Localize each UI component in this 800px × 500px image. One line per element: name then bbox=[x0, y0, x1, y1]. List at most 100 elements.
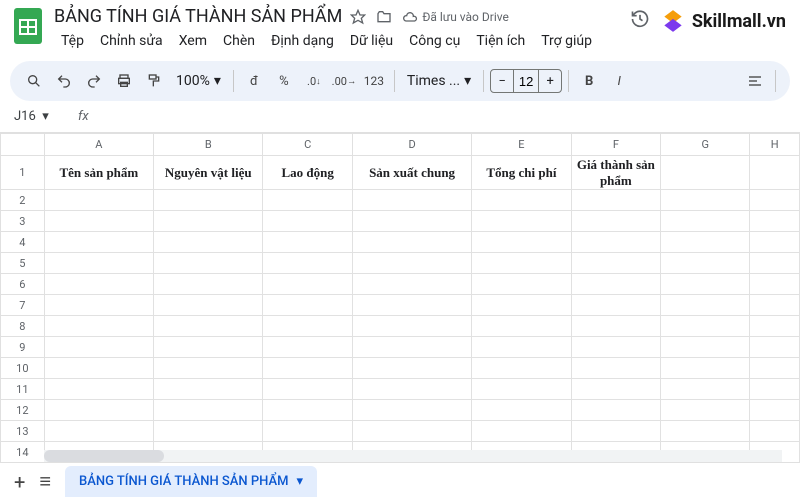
col-header-G[interactable]: G bbox=[661, 134, 750, 156]
cell-C2[interactable] bbox=[263, 190, 352, 211]
undo-icon[interactable] bbox=[50, 67, 78, 95]
cell-H9[interactable] bbox=[750, 337, 800, 358]
cell-E13[interactable] bbox=[472, 421, 571, 442]
doc-title[interactable]: BẢNG TÍNH GIÁ THÀNH SẢN PHẨM bbox=[54, 6, 342, 27]
cell-H12[interactable] bbox=[750, 400, 800, 421]
font-size-input[interactable] bbox=[513, 70, 539, 92]
cell-G5[interactable] bbox=[661, 253, 750, 274]
cell-E4[interactable] bbox=[472, 232, 571, 253]
cell-E3[interactable] bbox=[472, 211, 571, 232]
cell-G2[interactable] bbox=[661, 190, 750, 211]
cell-B7[interactable] bbox=[154, 295, 263, 316]
search-icon[interactable] bbox=[20, 67, 48, 95]
cell-G13[interactable] bbox=[661, 421, 750, 442]
cell-H7[interactable] bbox=[750, 295, 800, 316]
cell-A13[interactable] bbox=[44, 421, 153, 442]
cell-F10[interactable] bbox=[571, 358, 661, 379]
cell-F7[interactable] bbox=[571, 295, 661, 316]
cell-G10[interactable] bbox=[661, 358, 750, 379]
cell-E2[interactable] bbox=[472, 190, 571, 211]
cell-H5[interactable] bbox=[750, 253, 800, 274]
cell-H3[interactable] bbox=[750, 211, 800, 232]
increase-decimal-button[interactable]: .00→ bbox=[330, 67, 358, 95]
cell-E12[interactable] bbox=[472, 400, 571, 421]
cell-E10[interactable] bbox=[472, 358, 571, 379]
cell-H6[interactable] bbox=[750, 274, 800, 295]
spreadsheet-grid[interactable]: ABCDEFGH1Tên sản phẩmNguyên vật liệuLao … bbox=[0, 133, 800, 463]
cell-B10[interactable] bbox=[154, 358, 263, 379]
sheets-logo[interactable] bbox=[12, 6, 44, 46]
cell-F6[interactable] bbox=[571, 274, 661, 295]
cell-C12[interactable] bbox=[263, 400, 352, 421]
cell-D8[interactable] bbox=[352, 316, 471, 337]
menu-công cụ[interactable]: Công cụ bbox=[402, 29, 467, 53]
col-header-D[interactable]: D bbox=[352, 134, 471, 156]
paint-format-icon[interactable] bbox=[140, 67, 168, 95]
cell-B13[interactable] bbox=[154, 421, 263, 442]
menu-dữ liệu[interactable]: Dữ liệu bbox=[343, 29, 400, 53]
row-header-2[interactable]: 2 bbox=[1, 190, 45, 211]
col-header-A[interactable]: A bbox=[44, 134, 153, 156]
cell-D2[interactable] bbox=[352, 190, 471, 211]
decrease-decimal-button[interactable]: .0↓ bbox=[300, 67, 328, 95]
cell-C11[interactable] bbox=[263, 379, 352, 400]
name-box[interactable]: J16 ▾ bbox=[10, 107, 70, 126]
col-header-B[interactable]: B bbox=[154, 134, 263, 156]
format-number-button[interactable]: 123 bbox=[360, 67, 388, 95]
redo-icon[interactable] bbox=[80, 67, 108, 95]
row-header-7[interactable]: 7 bbox=[1, 295, 45, 316]
select-all-corner[interactable] bbox=[1, 134, 45, 156]
cell-C13[interactable] bbox=[263, 421, 352, 442]
cell-G6[interactable] bbox=[661, 274, 750, 295]
col-header-E[interactable]: E bbox=[472, 134, 571, 156]
cell-B9[interactable] bbox=[154, 337, 263, 358]
cell-A12[interactable] bbox=[44, 400, 153, 421]
cell-D3[interactable] bbox=[352, 211, 471, 232]
cell-E11[interactable] bbox=[472, 379, 571, 400]
cell-C3[interactable] bbox=[263, 211, 352, 232]
move-icon[interactable] bbox=[376, 9, 392, 25]
cell-C9[interactable] bbox=[263, 337, 352, 358]
cell-F2[interactable] bbox=[571, 190, 661, 211]
cell-D9[interactable] bbox=[352, 337, 471, 358]
zoom-select[interactable]: 100% ▾ bbox=[170, 73, 227, 89]
cell-H4[interactable] bbox=[750, 232, 800, 253]
cell-B2[interactable] bbox=[154, 190, 263, 211]
cell-A6[interactable] bbox=[44, 274, 153, 295]
menu-tệp[interactable]: Tệp bbox=[54, 29, 91, 53]
cell-C7[interactable] bbox=[263, 295, 352, 316]
star-icon[interactable] bbox=[350, 9, 366, 25]
cell-F4[interactable] bbox=[571, 232, 661, 253]
cell-A1[interactable]: Tên sản phẩm bbox=[44, 156, 153, 190]
cell-G9[interactable] bbox=[661, 337, 750, 358]
row-header-4[interactable]: 4 bbox=[1, 232, 45, 253]
cell-D1[interactable]: Sản xuất chung bbox=[352, 156, 471, 190]
font-size-increase[interactable]: + bbox=[539, 74, 561, 89]
cell-A3[interactable] bbox=[44, 211, 153, 232]
cell-A8[interactable] bbox=[44, 316, 153, 337]
italic-button[interactable]: I bbox=[605, 67, 633, 95]
cell-B11[interactable] bbox=[154, 379, 263, 400]
cell-F9[interactable] bbox=[571, 337, 661, 358]
percent-button[interactable]: % bbox=[270, 67, 298, 95]
col-header-F[interactable]: F bbox=[571, 134, 661, 156]
row-header-11[interactable]: 11 bbox=[1, 379, 45, 400]
print-icon[interactable] bbox=[110, 67, 138, 95]
cell-E6[interactable] bbox=[472, 274, 571, 295]
font-select[interactable]: Times ... ▾ bbox=[401, 73, 477, 89]
cell-D10[interactable] bbox=[352, 358, 471, 379]
cell-H1[interactable] bbox=[750, 156, 800, 190]
row-header-9[interactable]: 9 bbox=[1, 337, 45, 358]
cell-G12[interactable] bbox=[661, 400, 750, 421]
cell-D7[interactable] bbox=[352, 295, 471, 316]
cell-F12[interactable] bbox=[571, 400, 661, 421]
menu-chỉnh sửa[interactable]: Chỉnh sửa bbox=[93, 29, 170, 53]
menu-xem[interactable]: Xem bbox=[172, 29, 214, 53]
cell-A9[interactable] bbox=[44, 337, 153, 358]
cell-B5[interactable] bbox=[154, 253, 263, 274]
cell-G8[interactable] bbox=[661, 316, 750, 337]
cell-C6[interactable] bbox=[263, 274, 352, 295]
cell-B12[interactable] bbox=[154, 400, 263, 421]
cell-H13[interactable] bbox=[750, 421, 800, 442]
cell-C8[interactable] bbox=[263, 316, 352, 337]
